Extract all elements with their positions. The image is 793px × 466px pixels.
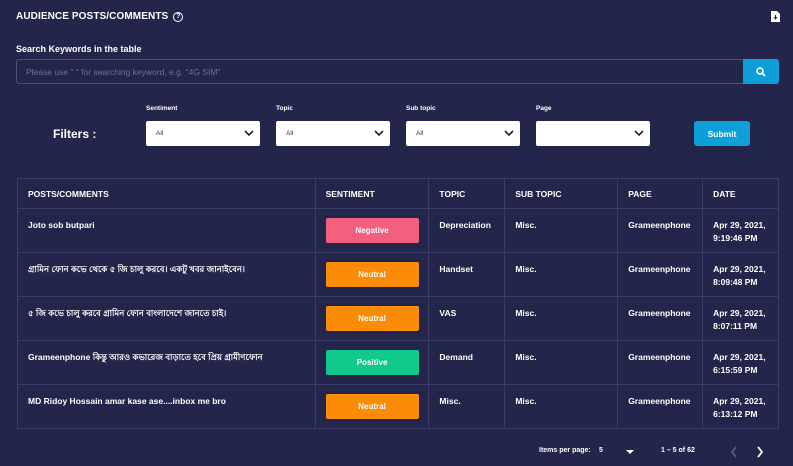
- table-row: গ্রামিন ফোন কভে থেকে ৫ জি চালু করবে। একট…: [18, 253, 779, 297]
- sentiment-cell: Neutral: [316, 297, 430, 340]
- filter-sentiment-label: Sentiment: [146, 105, 178, 112]
- topic-select-value: All: [286, 130, 294, 137]
- table-row: Grameenphone কিন্তু আরও কভারেজ বাড়াতে হ…: [18, 341, 779, 385]
- help-icon[interactable]: ?: [173, 11, 184, 22]
- column-header[interactable]: SUB TOPIC: [505, 179, 619, 208]
- sentiment-cell: Neutral: [316, 253, 430, 296]
- page-select[interactable]: [536, 121, 650, 146]
- post-text: MD Ridoy Hossain amar kase ase....inbox …: [18, 385, 316, 428]
- subtopic-text: Misc.: [505, 297, 619, 340]
- topic-text: Misc.: [429, 385, 506, 428]
- page-text: Grameenphone: [618, 209, 704, 252]
- date-text: Apr 29, 2021, 9:19:46 PM: [703, 209, 779, 252]
- sentiment-badge: Neutral: [325, 306, 419, 331]
- chevron-down-icon: [244, 130, 254, 137]
- filter-sentiment: Sentiment All: [146, 105, 260, 146]
- column-header[interactable]: POSTS/COMMENTS: [18, 179, 316, 208]
- items-per-page-select[interactable]: 5: [599, 447, 603, 454]
- search-button[interactable]: [743, 59, 779, 84]
- export-file-icon[interactable]: [771, 11, 780, 22]
- topic-select[interactable]: All: [276, 121, 390, 146]
- topic-text: Demand: [429, 341, 506, 384]
- chevron-down-icon: [374, 130, 384, 137]
- table-row: ৫ জি কভে চালু করবে গ্রামিন ফোন বাংলাদেশে…: [18, 297, 779, 341]
- sentiment-cell: Neutral: [316, 385, 430, 428]
- posts-table: POSTS/COMMENTS SENTIMENT TOPIC SUB TOPIC…: [17, 178, 779, 429]
- post-text: ৫ জি কভে চালু করবে গ্রামিন ফোন বাংলাদেশে…: [18, 297, 316, 340]
- search-icon: [756, 66, 766, 77]
- subtopic-text: Misc.: [505, 341, 619, 384]
- section-title: AUDIENCE POSTS/COMMENTS ?: [16, 11, 184, 22]
- chevron-down-icon: [634, 130, 644, 137]
- sentiment-select-value: All: [156, 130, 164, 137]
- sentiment-badge: Positive: [325, 350, 419, 375]
- column-header[interactable]: PAGE: [618, 179, 704, 208]
- page-text: Grameenphone: [618, 253, 704, 296]
- subtopic-text: Misc.: [505, 209, 619, 252]
- filter-topic-label: Topic: [276, 105, 293, 112]
- date-text: Apr 29, 2021, 8:09:48 PM: [703, 253, 779, 296]
- chevron-down-icon: [504, 130, 514, 137]
- next-page-icon[interactable]: [756, 446, 764, 458]
- sentiment-select[interactable]: All: [146, 121, 260, 146]
- section-title-text: AUDIENCE POSTS/COMMENTS: [16, 11, 169, 22]
- subtopic-text: Misc.: [505, 253, 619, 296]
- sentiment-cell: Negative: [316, 209, 430, 252]
- previous-page-icon[interactable]: [730, 446, 738, 458]
- column-header[interactable]: DATE: [703, 179, 779, 208]
- filter-topic: Topic All: [276, 105, 390, 146]
- subtopic-select[interactable]: All: [406, 121, 520, 146]
- filter-subtopic: Sub topic All: [406, 105, 520, 146]
- sentiment-badge: Negative: [325, 218, 419, 243]
- page-range-label: 1 – 5 of 62: [661, 447, 695, 454]
- column-header[interactable]: SENTIMENT: [316, 179, 430, 208]
- search-label: Search Keywords in the table: [16, 44, 142, 54]
- sentiment-cell: Positive: [316, 341, 430, 384]
- post-text: Grameenphone কিন্তু আরও কভারেজ বাড়াতে হ…: [18, 341, 316, 384]
- filter-page: Page: [536, 105, 650, 146]
- post-text: গ্রামিন ফোন কভে থেকে ৫ জি চালু করবে। একট…: [18, 253, 316, 296]
- filter-subtopic-label: Sub topic: [406, 105, 436, 112]
- table-row: MD Ridoy Hossain amar kase ase....inbox …: [18, 385, 779, 429]
- page-text: Grameenphone: [618, 297, 704, 340]
- page-text: Grameenphone: [618, 385, 704, 428]
- post-text: Joto sob butpari: [18, 209, 316, 252]
- subtopic-select-value: All: [416, 130, 424, 137]
- filters-label: Filters :: [53, 127, 97, 141]
- items-per-page-label: Items per page:: [539, 447, 591, 454]
- filter-page-label: Page: [536, 105, 552, 112]
- subtopic-text: Misc.: [505, 385, 619, 428]
- topic-text: VAS: [429, 297, 506, 340]
- topic-text: Handset: [429, 253, 506, 296]
- page-text: Grameenphone: [618, 341, 704, 384]
- sentiment-badge: Neutral: [325, 262, 419, 287]
- column-header[interactable]: TOPIC: [429, 179, 506, 208]
- search-input[interactable]: [16, 59, 743, 84]
- table-row: Joto sob butpari Negative Depreciation M…: [18, 209, 779, 253]
- submit-button[interactable]: Submit: [694, 121, 750, 146]
- date-text: Apr 29, 2021, 6:15:59 PM: [703, 341, 779, 384]
- date-text: Apr 29, 2021, 8:07:11 PM: [703, 297, 779, 340]
- chevron-down-icon[interactable]: [626, 450, 634, 455]
- date-text: Apr 29, 2021, 6:13:12 PM: [703, 385, 779, 428]
- topic-text: Depreciation: [429, 209, 506, 252]
- table-header-row: POSTS/COMMENTS SENTIMENT TOPIC SUB TOPIC…: [18, 179, 779, 209]
- sentiment-badge: Neutral: [325, 394, 419, 419]
